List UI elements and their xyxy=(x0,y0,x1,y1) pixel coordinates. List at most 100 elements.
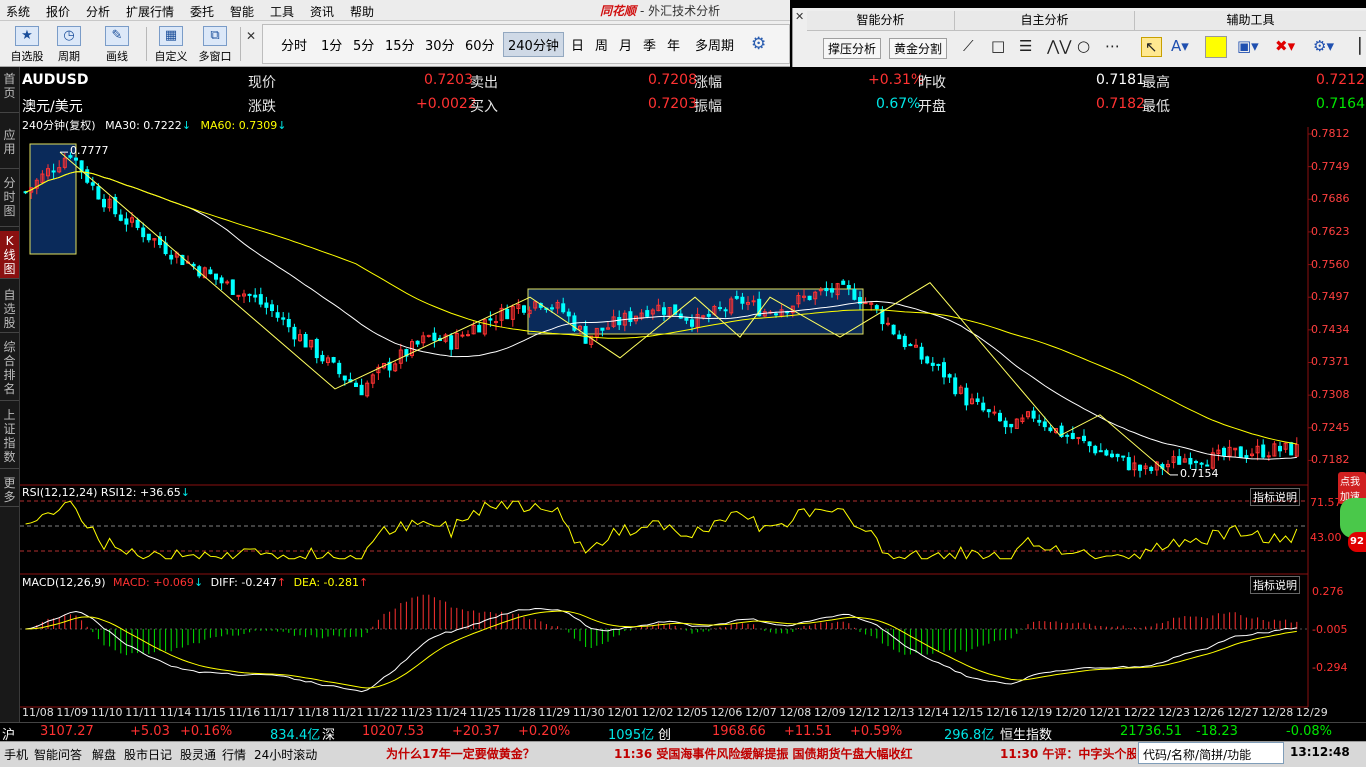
candle-body xyxy=(449,335,454,350)
cursor-icon[interactable]: ↖ xyxy=(1141,37,1162,57)
golden-section-button[interactable]: 黄金分割 xyxy=(889,38,948,59)
more-icon[interactable]: ⋯ xyxy=(1105,37,1120,55)
candle-body xyxy=(1121,455,1126,458)
menu-system[interactable]: 系统 xyxy=(6,3,30,20)
tab-self-analysis[interactable]: 自主分析 xyxy=(955,11,1135,31)
nav-watchlist[interactable]: 自选股 xyxy=(0,285,19,333)
candle-body xyxy=(124,218,129,225)
rsi-help-button[interactable]: 指标说明 xyxy=(1250,488,1300,506)
circle-icon[interactable]: ○ xyxy=(1077,37,1090,55)
period-5min[interactable]: 5分 xyxy=(353,35,374,54)
wave-icon[interactable]: ⋀⋁ xyxy=(1047,37,1072,55)
candle-body xyxy=(936,363,941,366)
style-icon[interactable]: ▣▾ xyxy=(1237,37,1259,55)
task-interpret[interactable]: 解盘 xyxy=(92,746,116,763)
font-icon[interactable]: A▾ xyxy=(1171,37,1189,55)
nav-apps[interactable]: 应用 xyxy=(0,125,19,169)
menu-news[interactable]: 资讯 xyxy=(310,3,334,20)
candle-body xyxy=(841,280,846,285)
date-tick-label: 12/13 xyxy=(882,706,915,719)
symbol-name: 澳元/美元 xyxy=(22,99,83,115)
period-60min[interactable]: 60分 xyxy=(465,35,495,54)
nav-home[interactable]: 首页 xyxy=(0,69,19,113)
candle-body xyxy=(342,375,347,381)
task-qa[interactable]: 智能问答 xyxy=(34,746,82,763)
task-mobile[interactable]: 手机 xyxy=(4,746,28,763)
nav-more[interactable]: 更多 xyxy=(0,473,19,507)
delete-icon[interactable]: ✖▾ xyxy=(1275,37,1295,55)
task-stock-spirit[interactable]: 股灵通 xyxy=(180,746,216,763)
candle-body xyxy=(1222,447,1226,457)
task-diary[interactable]: 股市日记 xyxy=(124,746,172,763)
menu-trade[interactable]: 委托 xyxy=(190,3,214,20)
task-24h[interactable]: 24小时滚动 xyxy=(254,746,317,763)
toolbar-divider xyxy=(240,27,241,61)
date-tick-label: 12/27 xyxy=(1227,706,1259,719)
news-ticker-1[interactable]: 为什么17年一定要做黄金？ xyxy=(386,745,535,762)
nav-timeshare[interactable]: 分时图 xyxy=(0,173,19,227)
period-tick[interactable]: 分时 xyxy=(281,35,307,54)
rectangle-icon[interactable]: □ xyxy=(991,37,1005,55)
date-tick-label: 11/11 xyxy=(125,706,157,719)
period-30min[interactable]: 30分 xyxy=(425,35,455,54)
macd-help-button[interactable]: 指标说明 xyxy=(1250,576,1300,594)
trendline-icon[interactable]: ⟋ xyxy=(963,37,974,55)
gear-icon[interactable]: ⚙ xyxy=(751,34,766,54)
candle-body xyxy=(561,303,566,313)
candle-body xyxy=(146,233,151,241)
code-search-input[interactable]: 代码/名称/简拼/功能 xyxy=(1138,742,1284,764)
nav-kline[interactable]: K线图 xyxy=(0,231,19,279)
sh-pct: +0.16% xyxy=(180,724,233,739)
candle-body xyxy=(919,346,924,360)
tab-aux-tools[interactable]: 辅助工具 xyxy=(1135,11,1366,31)
watchlist-button[interactable]: ★ 自选股 xyxy=(6,25,48,63)
date-tick-label: 11/29 xyxy=(538,706,571,719)
multi-window-button[interactable]: ⧉ 多窗口 xyxy=(194,25,236,63)
draw-line-button[interactable]: ✎ 画线 xyxy=(96,25,138,63)
price-tick-label: 0.7686 xyxy=(1311,192,1350,206)
panel-close-icon[interactable]: ✕ xyxy=(795,10,804,23)
menu-tools[interactable]: 工具 xyxy=(270,3,294,20)
text-icon[interactable]: ☰ xyxy=(1019,37,1032,55)
support-resistance-button[interactable]: 撑压分析 xyxy=(823,38,882,59)
period-month[interactable]: 月 xyxy=(619,35,632,54)
news-ticker-2[interactable]: 11:36 受国海事件风险缓解提振 国债期货午盘大幅收红 xyxy=(614,745,913,762)
settings-icon[interactable]: ⚙▾ xyxy=(1313,37,1334,55)
hs-value: 21736.51 xyxy=(1120,724,1183,739)
date-tick-label: 12/01 xyxy=(607,706,640,719)
menu-smart[interactable]: 智能 xyxy=(230,3,254,20)
tab-smart-analysis[interactable]: 智能分析 xyxy=(807,11,955,31)
menu-help[interactable]: 帮助 xyxy=(350,3,374,20)
menu-analysis[interactable]: 分析 xyxy=(86,3,110,20)
scroll-right-icon[interactable]: ▕ xyxy=(1349,37,1361,55)
color-swatch[interactable] xyxy=(1205,36,1227,58)
period-day[interactable]: 日 xyxy=(571,35,584,54)
date-tick-label: 12/08 xyxy=(779,706,812,719)
chart-area[interactable] xyxy=(20,127,1366,722)
period-15min[interactable]: 15分 xyxy=(385,35,415,54)
date-tick-label: 11/08 xyxy=(22,706,54,719)
date-tick-label: 11/25 xyxy=(469,706,502,719)
period-240min[interactable]: 240分钟 xyxy=(503,32,564,57)
nav-ranking[interactable]: 综合排名 xyxy=(0,337,19,401)
custom-button[interactable]: ▦ 自定义 xyxy=(150,25,192,63)
period-button[interactable]: ◷ 周期 xyxy=(48,25,90,63)
period-multi[interactable]: 多周期 xyxy=(695,35,734,54)
candle-body xyxy=(886,322,890,325)
close-icon[interactable]: ✕ xyxy=(246,29,256,43)
candle-body xyxy=(706,313,711,317)
nav-sh-index[interactable]: 上证指数 xyxy=(0,405,19,469)
period-1min[interactable]: 1分 xyxy=(321,35,342,54)
menu-quote[interactable]: 报价 xyxy=(46,3,70,20)
value-high: 0.7212 xyxy=(1316,72,1365,88)
menu-extended-quote[interactable]: 扩展行情 xyxy=(126,3,174,20)
news-ticker-3[interactable]: 11:30 午评：中字头个股 xyxy=(1000,745,1136,762)
candle-body xyxy=(684,317,689,321)
candle-body xyxy=(998,412,1002,422)
task-quotes[interactable]: 行情 xyxy=(222,746,246,763)
period-week[interactable]: 周 xyxy=(595,35,608,54)
diff-line xyxy=(25,607,1297,693)
period-year[interactable]: 年 xyxy=(667,35,680,54)
clock: 13:12:48 xyxy=(1290,745,1350,759)
period-quarter[interactable]: 季 xyxy=(643,35,656,54)
